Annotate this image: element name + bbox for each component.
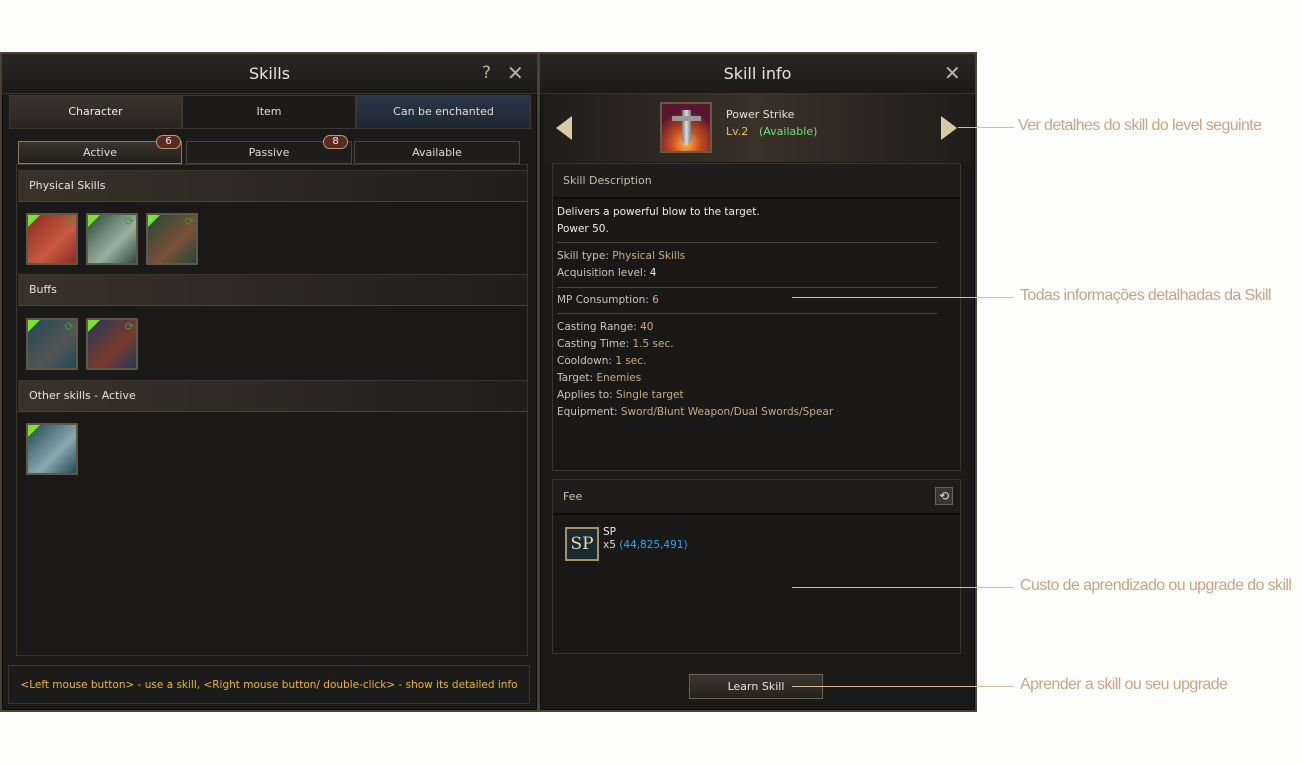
- skill-level: Lv.2: [726, 125, 749, 138]
- hammer-buff-icon[interactable]: ⟳: [86, 318, 138, 370]
- section-header-buffs: Buffs: [18, 274, 527, 306]
- enchant-refresh-icon: ⟳: [124, 320, 134, 333]
- description-header: Skill Description: [553, 164, 960, 199]
- new-indicator: [88, 320, 100, 332]
- banner-flag-icon[interactable]: [26, 423, 78, 475]
- fee-owned: (44,825,491): [619, 539, 688, 551]
- usage-hint: <Left mouse button> - use a skill, <Righ…: [8, 665, 530, 704]
- count-badge: 8: [323, 135, 348, 149]
- window-title: Skills: [248, 64, 291, 83]
- divider: [557, 242, 937, 243]
- close-icon[interactable]: ✕: [944, 61, 961, 85]
- equipment: Equipment: Sword/Blunt Weapon/Dual Sword…: [557, 406, 833, 418]
- annotation-cost: Custo de aprendizado ou upgrade do skill: [1020, 577, 1292, 594]
- value: Enemies: [596, 372, 642, 384]
- help-button[interactable]: ?: [482, 63, 491, 83]
- skill-type: Skill type: Physical Skills: [557, 250, 685, 262]
- fee-qty: x5: [603, 539, 616, 551]
- fee-header: Fee: [553, 480, 960, 515]
- divider: [557, 313, 937, 314]
- label: Target:: [557, 372, 594, 384]
- count-badge: 6: [156, 135, 181, 149]
- value: 40: [640, 321, 654, 333]
- power-strike-icon: [660, 102, 712, 153]
- hook-strike-icon[interactable]: ⟳: [146, 213, 198, 265]
- value: Sword/Blunt Weapon/Dual Swords/Spear: [620, 406, 834, 418]
- annotation-next-level: Ver detalhes do skill do level seguinte: [1018, 117, 1262, 134]
- previous-level-arrow-icon[interactable]: [556, 116, 572, 140]
- refresh-icon[interactable]: ⟲: [935, 487, 953, 505]
- new-indicator: [28, 320, 40, 332]
- annotation-line: [792, 686, 1014, 687]
- value: 4: [649, 267, 657, 279]
- enchant-refresh-icon: ⟳: [64, 215, 74, 228]
- value: 1.5 sec.: [632, 338, 674, 350]
- close-icon[interactable]: ✕: [507, 61, 524, 85]
- tab-can-be-enchanted[interactable]: Can be enchanted: [356, 95, 531, 129]
- description-line: Power 50.: [557, 223, 609, 235]
- window-title: Skill info: [723, 64, 792, 83]
- applies-to: Applies to: Single target: [557, 389, 684, 401]
- cooldown: Cooldown: 1 sec.: [557, 355, 646, 367]
- sword-guard: [672, 116, 701, 121]
- power-strike-icon[interactable]: ⟳: [26, 213, 78, 265]
- shield-cross-icon[interactable]: ⟳: [26, 318, 78, 370]
- slash-icon[interactable]: ⟳: [86, 213, 138, 265]
- section-header-physical: Physical Skills: [18, 170, 527, 202]
- subtab-label: Active: [82, 146, 118, 159]
- value: 6: [652, 294, 659, 306]
- description-line: Delivers a powerful blow to the target.: [557, 206, 760, 218]
- skill-status: (Available): [759, 125, 818, 138]
- section-header-other: Other skills - Active: [18, 380, 527, 412]
- sp-icon: SP: [565, 527, 599, 561]
- label: Acquisition level:: [557, 267, 647, 279]
- annotation-details: Todas informações detalhadas da Skill: [1020, 287, 1271, 304]
- label: Cooldown:: [557, 355, 612, 367]
- tab-character[interactable]: Character: [9, 95, 182, 129]
- skill-header-area: [544, 94, 971, 162]
- label: Casting Range:: [557, 321, 637, 333]
- fee-item-name: SP: [603, 526, 616, 538]
- casting-time: Casting Time: 1.5 sec.: [557, 338, 674, 350]
- subtab-passive[interactable]: Passive 8: [186, 135, 352, 164]
- mp-consumption: MP Consumption: 6: [557, 294, 659, 306]
- new-indicator: [88, 215, 100, 227]
- label: Applies to:: [557, 389, 613, 401]
- annotation-line: [958, 127, 1014, 128]
- annotation-line: [792, 587, 1014, 588]
- subtab-label: Passive: [248, 146, 290, 159]
- value: 1 sec.: [615, 355, 647, 367]
- value: Single target: [616, 389, 684, 401]
- annotation-line: [792, 297, 1014, 298]
- skill-name: Power Strike: [726, 108, 795, 121]
- enchant-refresh-icon: ⟳: [64, 320, 74, 333]
- subtab-active[interactable]: Active 6: [18, 135, 182, 164]
- new-indicator: [28, 425, 40, 437]
- label: Equipment:: [557, 406, 618, 418]
- value: Physical Skills: [612, 250, 686, 262]
- fee-quantity: x5 (44,825,491): [603, 539, 688, 551]
- enchant-refresh-icon: ⟳: [124, 215, 134, 228]
- subtab-available[interactable]: Available: [354, 141, 520, 164]
- label: MP Consumption:: [557, 294, 649, 306]
- fee-box: Fee: [552, 479, 961, 654]
- label: Casting Time:: [557, 338, 630, 350]
- divider: [557, 287, 937, 288]
- tab-item[interactable]: Item: [182, 95, 356, 129]
- acquisition-level: Acquisition level: 4: [557, 267, 656, 279]
- target: Target: Enemies: [557, 372, 641, 384]
- casting-range: Casting Range: 40: [557, 321, 653, 333]
- enchant-refresh-icon: ⟳: [184, 215, 194, 228]
- annotation-learn: Aprender a skill ou seu upgrade: [1020, 676, 1228, 693]
- new-indicator: [28, 215, 40, 227]
- new-indicator: [148, 215, 160, 227]
- next-level-arrow-icon[interactable]: [941, 116, 957, 140]
- label: Skill type:: [557, 250, 609, 262]
